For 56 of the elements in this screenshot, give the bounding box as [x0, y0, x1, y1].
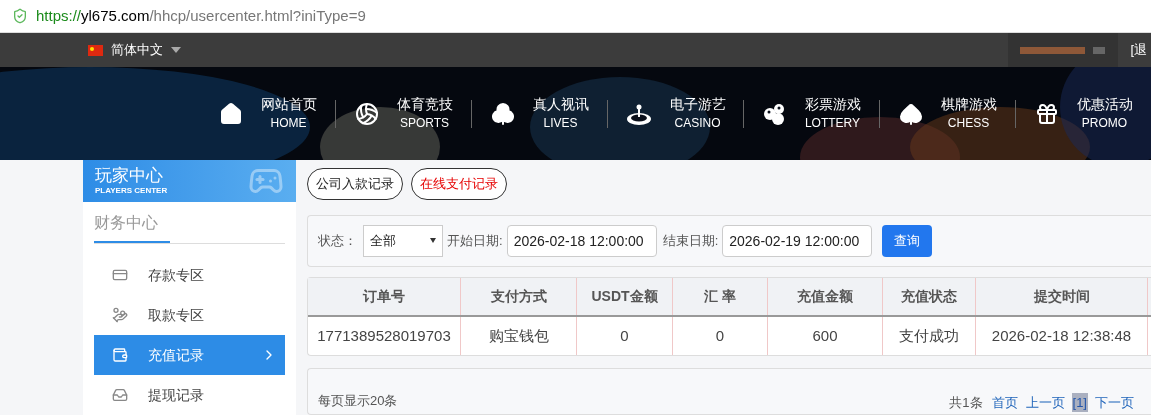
card-icon: [112, 267, 128, 283]
column-header: 提交时间: [976, 277, 1148, 315]
nav-item[interactable]: 优惠活动 PROMO: [1016, 94, 1151, 133]
table-cell: 2026-02-18 12:38:48: [976, 316, 1148, 355]
column-header: 汇 率: [673, 277, 768, 315]
caret-icon: [171, 47, 181, 53]
nav-item[interactable]: 彩票游戏 LOTTERY: [744, 94, 879, 133]
page-link[interactable]: 下一页: [1094, 392, 1135, 412]
hand-icon: [112, 307, 128, 323]
search-button[interactable]: 查询: [882, 224, 933, 257]
gift-icon: [1034, 101, 1059, 126]
column-header: 充值金额: [768, 277, 883, 315]
nav-item[interactable]: 体育竞技 SPORTS: [336, 94, 471, 133]
table-cell: 0: [577, 316, 673, 355]
section-title: 财务中心: [94, 211, 170, 243]
table-cell: 0: [673, 316, 768, 355]
table-cell: 购宝钱包: [461, 316, 577, 355]
column-header: 订单号: [308, 277, 461, 315]
status-label: 状态：: [318, 232, 357, 251]
tab[interactable]: 公司入款记录: [307, 168, 403, 200]
page-link[interactable]: 上一页: [1024, 392, 1066, 412]
start-date-field[interactable]: 2026-02-18 12:00:00: [506, 224, 657, 257]
end-date-field[interactable]: 2026-02-19 12:00:00: [722, 224, 873, 257]
nav-item[interactable]: 网站首页 HOME: [200, 94, 335, 133]
page-size-text: 每页显示20条: [318, 391, 398, 410]
status-select[interactable]: 全部: [363, 224, 443, 257]
language-selector[interactable]: 简体中文: [111, 40, 163, 60]
balls-icon: [762, 101, 787, 126]
tray-icon: [112, 387, 128, 403]
end-date-label: 结束日期:: [662, 232, 719, 251]
nav-item[interactable]: 电子游艺 CASINO: [608, 94, 743, 133]
sidebar-item[interactable]: 提现记录: [94, 375, 285, 415]
table-cell: 600: [768, 316, 883, 355]
sidebar-header: 玩家中心 PLAYERS CENTER: [83, 160, 296, 202]
column-header: 支付方式: [461, 277, 577, 315]
sidebar-item[interactable]: 充值记录: [94, 335, 285, 375]
table-cell: 支付成功: [883, 316, 976, 355]
total-count: 共1条: [949, 393, 983, 412]
column-header: USDT金额: [577, 277, 673, 315]
spade-icon: [898, 101, 923, 126]
nav-item[interactable]: 棋牌游戏 CHESS: [880, 94, 1015, 133]
table-cell: 1771389528019703: [308, 316, 461, 355]
nav-item[interactable]: 真人视讯 LIVES: [472, 94, 607, 133]
column-header: 充值状态: [883, 277, 976, 315]
sidebar-item[interactable]: 取款专区: [94, 295, 285, 335]
secure-icon: [12, 8, 28, 24]
logout-link[interactable]: [退: [1130, 40, 1147, 60]
tab[interactable]: 在线支付记录: [411, 168, 507, 200]
page-link[interactable]: 首页: [990, 392, 1019, 412]
cards-icon: [490, 101, 515, 126]
dropdown-icon: [430, 238, 436, 244]
ball-icon: [354, 101, 379, 126]
flag-icon: [88, 44, 103, 56]
sidebar-item[interactable]: 存款专区: [94, 255, 285, 295]
wallet-icon: [112, 347, 128, 363]
start-date-label: 开始日期:: [447, 232, 503, 251]
